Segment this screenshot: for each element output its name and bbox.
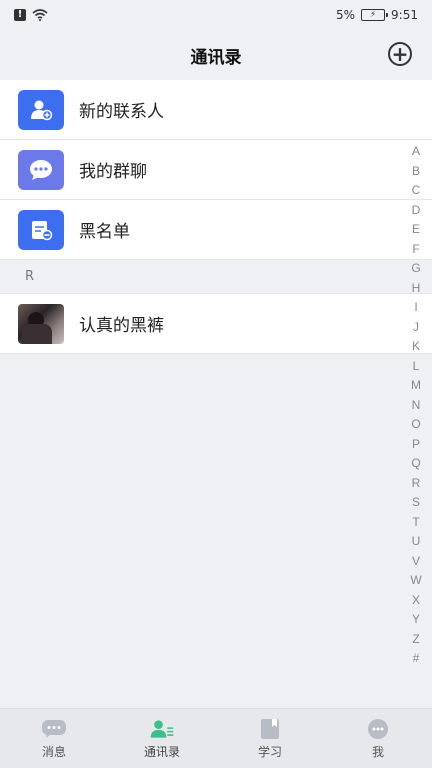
tab-messages[interactable]: 消息 <box>0 709 108 768</box>
index-letter[interactable]: S <box>412 493 420 513</box>
page-title: 通讯录 <box>190 47 242 68</box>
add-button[interactable]: + <box>388 42 412 66</box>
tab-contacts-label: 通讯录 <box>143 744 180 759</box>
add-contact-icon <box>18 89 64 130</box>
index-letter[interactable]: Z <box>412 630 419 650</box>
status-bar: ! 5% ⚡ 9:51 <box>0 0 432 30</box>
tab-me-label: 我 <box>371 744 384 759</box>
wifi-icon <box>32 9 48 21</box>
tab-me[interactable]: 我 <box>324 709 432 768</box>
index-letter[interactable]: I <box>414 298 417 318</box>
blacklist-item[interactable]: 黑名单 <box>0 200 432 260</box>
contact-list: 新的联系人 我的群聊 黑名单 R 认真的黑裤 <box>0 80 432 354</box>
index-letter[interactable]: W <box>410 571 421 591</box>
tab-study-label: 学习 <box>257 744 282 759</box>
index-letter[interactable]: N <box>412 396 421 416</box>
index-letter[interactable]: E <box>412 220 420 240</box>
new-contacts-label: 新的联系人 <box>79 102 164 122</box>
index-letter[interactable]: V <box>412 552 420 572</box>
battery-percent: 5% <box>336 8 356 22</box>
tab-messages-label: 消息 <box>41 744 66 759</box>
index-letter[interactable]: Y <box>412 610 420 630</box>
group-chats-item[interactable]: 我的群聊 <box>0 140 432 200</box>
group-chats-label: 我的群聊 <box>79 162 147 182</box>
blacklist-icon <box>18 209 64 250</box>
index-letter[interactable]: # <box>413 649 420 669</box>
group-chat-icon <box>18 149 64 190</box>
index-letter[interactable]: K <box>412 337 420 357</box>
contacts-icon <box>149 718 175 740</box>
index-letter[interactable]: R <box>412 474 421 494</box>
index-letter[interactable]: L <box>413 357 420 377</box>
battery-icon: ⚡ <box>361 9 389 21</box>
avatar <box>18 303 64 344</box>
charging-bolt-icon: ⚡ <box>369 9 377 20</box>
section-header: R <box>0 260 432 294</box>
index-letter[interactable]: Q <box>411 454 420 474</box>
clock: 9:51 <box>391 8 418 22</box>
index-letter[interactable]: D <box>412 201 421 221</box>
index-letter[interactable]: X <box>412 591 420 611</box>
index-letter[interactable]: O <box>411 415 420 435</box>
blacklist-label: 黑名单 <box>79 222 130 242</box>
index-letter[interactable]: J <box>413 318 419 338</box>
status-right: 5% ⚡ 9:51 <box>336 8 418 22</box>
alert-icon: ! <box>14 9 26 21</box>
index-letter[interactable]: F <box>412 240 419 260</box>
profile-icon <box>365 718 391 740</box>
bottom-tab-bar: 消息 通讯录 学习 我 <box>0 708 432 768</box>
new-contacts-item[interactable]: 新的联系人 <box>0 80 432 140</box>
book-icon <box>257 718 283 740</box>
index-letter[interactable]: P <box>412 435 420 455</box>
index-letter[interactable]: B <box>412 162 420 182</box>
message-icon <box>41 718 67 740</box>
index-letter[interactable]: M <box>411 376 421 396</box>
header: 通讯录 + <box>0 30 432 80</box>
index-letter[interactable]: H <box>412 279 421 299</box>
plus-icon: + <box>391 42 409 66</box>
tab-study[interactable]: 学习 <box>216 709 324 768</box>
contact-row[interactable]: 认真的黑裤 <box>0 294 432 354</box>
alphabet-index[interactable]: A B C D E F G H I J K L M N O P Q R S T U V W X Y Z # <box>406 142 426 669</box>
contact-name: 认真的黑裤 <box>79 316 164 336</box>
index-letter[interactable]: T <box>412 513 419 533</box>
index-letter[interactable]: G <box>411 259 420 279</box>
index-letter[interactable]: A <box>412 142 420 162</box>
index-letter[interactable]: U <box>412 532 421 552</box>
status-left: ! <box>14 9 48 21</box>
index-letter[interactable]: C <box>412 181 421 201</box>
tab-contacts[interactable]: 通讯录 <box>108 709 216 768</box>
